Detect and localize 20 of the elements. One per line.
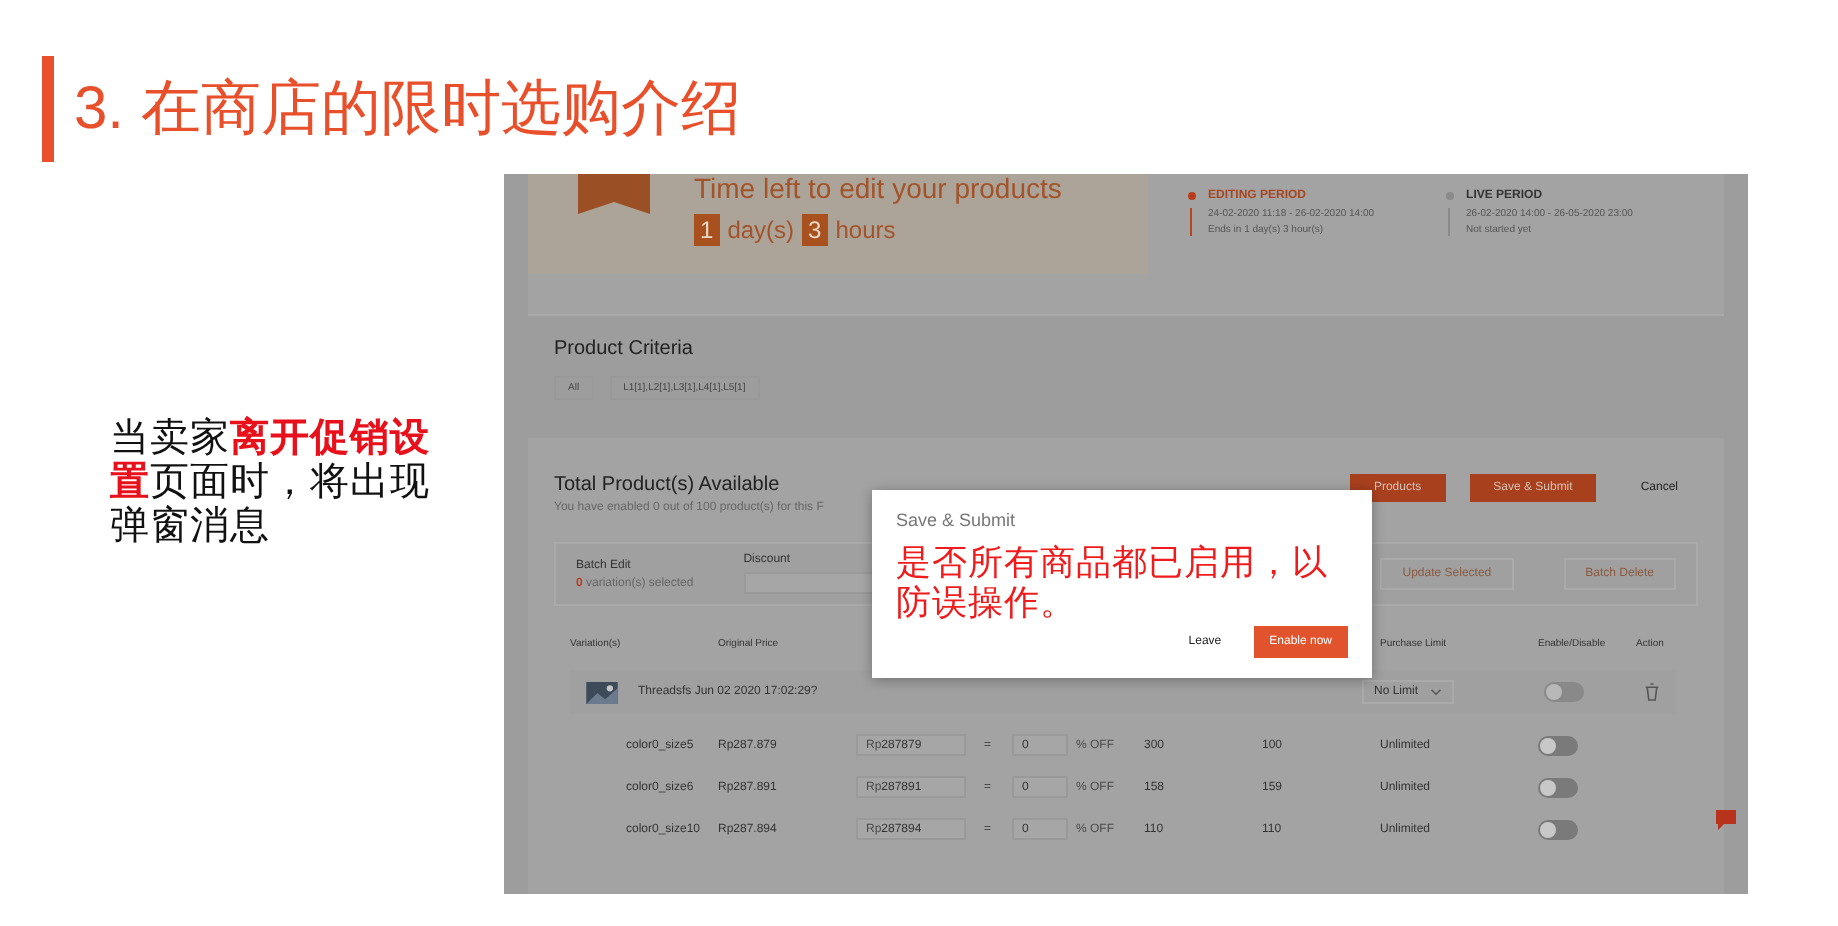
timer-digit: 1 bbox=[694, 214, 720, 246]
toggle-switch[interactable] bbox=[1544, 682, 1584, 702]
trash-icon[interactable] bbox=[1644, 682, 1660, 702]
toggle-switch[interactable] bbox=[1538, 777, 1578, 797]
dialog-message: 是否所有商品都已启用，以防误操作。 bbox=[896, 542, 1330, 622]
timer-unit: hours bbox=[835, 216, 896, 244]
timer-heading: Time left to edit your products bbox=[694, 174, 1062, 202]
caret-icon bbox=[1430, 688, 1442, 696]
chat-icon[interactable] bbox=[1716, 810, 1736, 830]
timer-unit: day(s) bbox=[727, 216, 795, 244]
ribbon-icon bbox=[578, 174, 650, 214]
note-text: 当卖家离开促销设置页面时，将出现弹窗消息 bbox=[110, 416, 432, 548]
dialog-title: Save & Submit bbox=[896, 510, 1018, 530]
toggle-switch[interactable] bbox=[1538, 819, 1578, 839]
section-title: Total Product(s) Available bbox=[554, 474, 782, 496]
slide-title: 3. 在商店的限时选购介绍 bbox=[74, 73, 741, 145]
section-title: Product Criteria bbox=[554, 337, 695, 359]
toggle-switch[interactable] bbox=[1538, 735, 1578, 755]
title-accent-bar bbox=[42, 55, 54, 161]
timer-digit: 3 bbox=[802, 214, 828, 246]
